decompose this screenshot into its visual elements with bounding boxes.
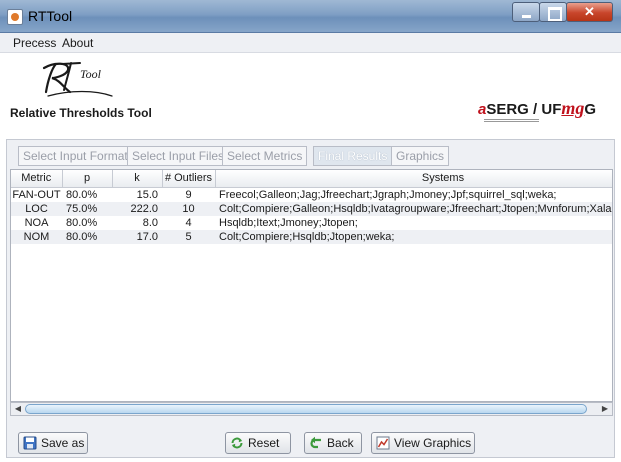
column-header-metric[interactable]: Metric <box>11 170 63 188</box>
cell-p: 75.0% <box>62 201 112 216</box>
back-button[interactable]: Back <box>304 432 362 454</box>
cell-p: 80.0% <box>66 188 98 201</box>
floppy-disk-icon <box>23 436 37 450</box>
app-subtitle: Relative Thresholds Tool <box>10 106 152 120</box>
rtool-logo: Tool <box>42 62 113 97</box>
column-header-p[interactable]: p <box>62 170 113 188</box>
window-title: RTTool <box>28 8 73 24</box>
tab-select-input-format[interactable]: Select Input Format <box>18 146 133 166</box>
refresh-icon <box>231 437 243 449</box>
cell-metric: NOM <box>11 229 62 244</box>
menu-bar: Precess About <box>0 33 621 53</box>
table-row[interactable]: NOM 80.0% 17.0 5 Colt;Compiere;Hsqldb;Jt… <box>11 229 612 244</box>
cell-outliers: 4 <box>185 216 192 229</box>
scroll-right-icon[interactable]: ▶ <box>599 404 611 414</box>
table-header-row: Metric p k # Outliers Systems <box>11 170 612 188</box>
column-header-k[interactable]: k <box>112 170 163 188</box>
cell-k: 8.0 <box>142 216 158 229</box>
maximize-button[interactable] <box>539 2 567 22</box>
scrollbar-thumb[interactable] <box>25 404 587 414</box>
close-button[interactable]: ✕ <box>566 2 613 22</box>
minimize-button[interactable] <box>512 2 540 22</box>
aserg-ufmg-logo: aSERG / UFmgG <box>478 98 618 130</box>
tab-select-input-files[interactable]: Select Input Files <box>127 146 230 166</box>
cell-systems: Colt;Compiere;Hsqldb;Jtopen;weka; <box>215 229 612 244</box>
table-row[interactable]: FAN-OUT 80.0% 15.0 9 Freecol;Galleon;Jag… <box>11 187 612 202</box>
tab-graphics[interactable]: Graphics <box>391 146 450 166</box>
tab-select-metrics[interactable]: Select Metrics <box>222 146 308 166</box>
scroll-left-icon[interactable]: ◀ <box>12 404 24 414</box>
cell-k: 222.0 <box>112 201 162 216</box>
cell-systems: Freecol;Galleon;Jag;Jfreechart;Jgraph;Jm… <box>219 188 557 201</box>
chart-icon <box>376 436 390 450</box>
cell-metric: FAN-OUT <box>12 188 61 201</box>
view-graphics-button[interactable]: View Graphics <box>371 432 475 454</box>
horizontal-scrollbar[interactable]: ◀ ▶ <box>10 402 613 416</box>
column-header-systems[interactable]: Systems <box>215 170 612 188</box>
column-header-outliers[interactable]: # Outliers <box>162 170 216 188</box>
header-area: Tool Relative Thresholds Tool aSERG / UF… <box>0 54 621 132</box>
cell-k: 17.0 <box>112 229 162 244</box>
tab-final-results[interactable]: Final Results <box>313 146 393 166</box>
table-row[interactable]: NOA 80.0% 8.0 4 Hsqldb;Itext;Jmoney;Jtop… <box>11 216 612 230</box>
save-as-button[interactable]: Save as <box>18 432 88 454</box>
cell-metric: LOC <box>11 201 62 216</box>
cell-k: 15.0 <box>136 188 158 201</box>
reset-button[interactable]: Reset <box>225 432 291 454</box>
menu-precess[interactable]: Precess <box>13 36 56 50</box>
back-arrow-icon <box>310 436 321 449</box>
menu-about[interactable]: About <box>62 36 93 50</box>
cell-outliers: 9 <box>185 188 192 201</box>
cell-systems: Hsqldb;Itext;Jmoney;Jtopen; <box>219 216 358 229</box>
cell-p: 80.0% <box>66 216 98 229</box>
cell-p: 80.0% <box>62 229 112 244</box>
table-row[interactable]: LOC 75.0% 222.0 10 Colt;Compiere;Galleon… <box>11 201 612 216</box>
cell-outliers: 10 <box>162 201 215 216</box>
cell-systems: Colt;Compiere;Galleon;Hsqldb;Ivatagroupw… <box>215 201 612 216</box>
app-icon <box>7 9 23 25</box>
results-table: Metric p k # Outliers Systems FAN-OUT 80… <box>10 169 613 402</box>
close-icon: ✕ <box>584 4 595 19</box>
svg-text:Tool: Tool <box>80 67 102 81</box>
cell-outliers: 5 <box>162 229 215 244</box>
window-title-bar: RTTool ✕ <box>0 0 621 33</box>
cell-metric: NOA <box>24 216 49 229</box>
results-panel: Select Input Format Select Input Files S… <box>6 139 615 458</box>
